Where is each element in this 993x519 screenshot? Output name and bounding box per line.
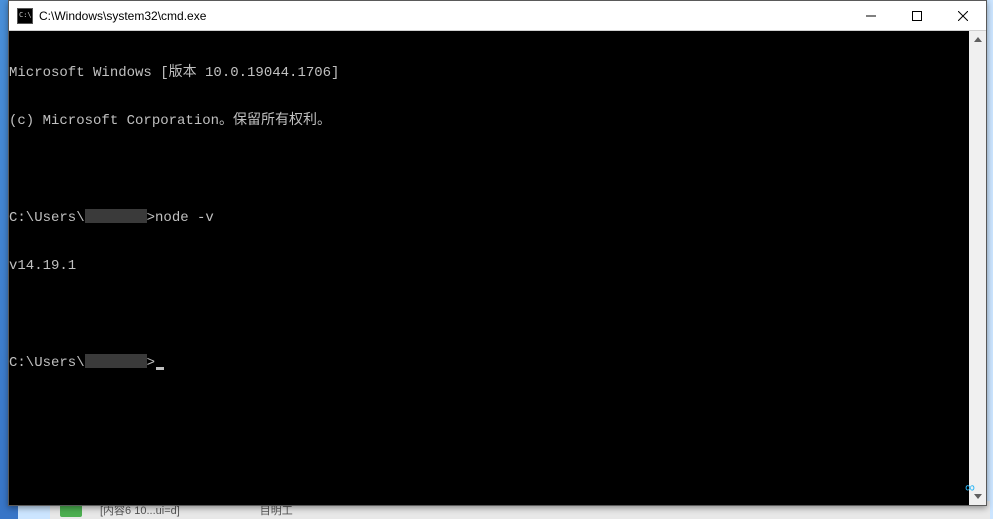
cursor [156,367,164,370]
infinity-icon: ∞ [965,479,975,495]
node-version-output: v14.19.1 [9,258,969,274]
close-icon [958,11,968,21]
scroll-up-button[interactable] [969,31,986,48]
blank-line-2 [9,306,969,322]
minimize-icon [866,11,876,21]
cmd-window: C:\Windows\system32\cmd.exe Microsoft Wi… [8,0,987,506]
close-button[interactable] [940,1,986,30]
maximize-button[interactable] [894,1,940,30]
blank-line [9,161,969,177]
terminal-output[interactable]: Microsoft Windows [版本 10.0.19044.1706] (… [9,31,969,505]
prompt-line-1: C:\Users\ >node -v [9,209,969,226]
version-line: Microsoft Windows [版本 10.0.19044.1706] [9,65,969,81]
cmd-icon [17,8,33,24]
maximize-icon [912,11,922,21]
window-controls [848,1,986,30]
terminal-area: Microsoft Windows [版本 10.0.19044.1706] (… [9,31,986,505]
prompt1-command: >node -v [147,210,214,226]
redacted-username-1 [85,209,147,223]
minimize-button[interactable] [848,1,894,30]
window-title: C:\Windows\system32\cmd.exe [39,9,848,23]
prompt2-suffix: > [147,355,155,371]
prompt2-prefix: C:\Users\ [9,355,85,371]
redacted-username-2 [85,354,147,368]
chevron-up-icon [974,37,982,42]
scrollbar-track[interactable] [969,48,986,488]
vertical-scrollbar[interactable] [969,31,986,505]
titlebar[interactable]: C:\Windows\system32\cmd.exe [9,1,986,31]
prompt1-prefix: C:\Users\ [9,210,85,226]
copyright-line: (c) Microsoft Corporation。保留所有权利。 [9,113,969,129]
prompt-line-2: C:\Users\ > [9,354,969,371]
